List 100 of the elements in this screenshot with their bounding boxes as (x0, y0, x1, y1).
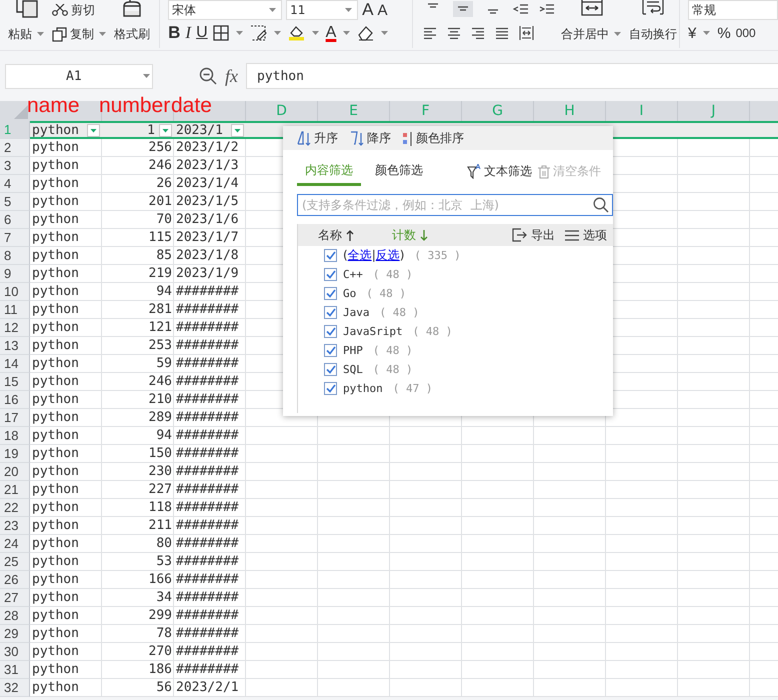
row-header[interactable]: 31 (0, 661, 30, 679)
row-header[interactable]: 23 (0, 517, 30, 535)
font-size-field[interactable]: 11 (286, 0, 358, 20)
sort-button[interactable]: 升序 (297, 130, 338, 146)
invert-selection-link[interactable]: 反选 (376, 248, 400, 262)
font-color-button[interactable]: A (326, 24, 336, 42)
checkbox[interactable] (324, 306, 337, 319)
row-header[interactable]: 22 (0, 499, 30, 517)
merge-center-button[interactable]: 合并居中 (561, 24, 624, 44)
formula-input[interactable]: python (246, 63, 778, 89)
row-header[interactable]: 4 (0, 175, 30, 193)
font-name-field[interactable]: 宋体 (168, 0, 282, 20)
table-cell: 2023/1/2 (176, 139, 239, 157)
fill-color-icon[interactable] (288, 25, 305, 41)
row-header[interactable]: 29 (0, 625, 30, 643)
name-box[interactable]: A1 (5, 64, 153, 88)
checkbox[interactable] (324, 249, 337, 262)
row-header[interactable]: 14 (0, 355, 30, 373)
text-filter-button[interactable]: 文本筛选 (467, 163, 532, 186)
checkbox[interactable] (324, 363, 337, 376)
function-button[interactable]: fx (225, 66, 238, 86)
paste-icon[interactable] (14, 0, 40, 18)
options-button[interactable]: 选项 (565, 226, 613, 244)
sort-button[interactable]: 颜色排序 (403, 130, 464, 146)
row-header[interactable]: 2 (0, 139, 30, 157)
filter-tab[interactable]: 颜色筛选 (367, 162, 431, 186)
table-cell: 94 (156, 427, 172, 445)
cell-style-icon[interactable] (250, 25, 267, 41)
row-header[interactable]: 19 (0, 445, 30, 463)
justify-icon[interactable] (495, 26, 510, 40)
row-header[interactable]: 21 (0, 481, 30, 499)
align-left-icon[interactable] (423, 26, 438, 40)
row-header[interactable]: 5 (0, 193, 30, 211)
checkbox[interactable] (324, 382, 337, 395)
align-middle-icon[interactable] (453, 1, 474, 17)
row-header[interactable]: 9 (0, 265, 30, 283)
checkbox[interactable] (324, 287, 337, 300)
row-header[interactable]: 3 (0, 157, 30, 175)
row-header[interactable]: 20 (0, 463, 30, 481)
name-sort-header[interactable]: 名称 (318, 226, 354, 244)
align-center-icon[interactable] (447, 26, 462, 40)
row-header[interactable]: 27 (0, 589, 30, 607)
eraser-icon[interactable] (357, 25, 374, 41)
shrink-font-button[interactable]: A (377, 2, 388, 18)
merge-center-icon[interactable] (581, 0, 604, 16)
row-header[interactable]: 26 (0, 571, 30, 589)
percent-button[interactable]: % (717, 24, 731, 42)
export-button[interactable]: 导出 (512, 226, 555, 244)
table-cell: python (32, 553, 79, 571)
table-cell: 219 (148, 265, 172, 283)
row-header[interactable]: 13 (0, 337, 30, 355)
row-header[interactable]: 17 (0, 409, 30, 427)
row-header[interactable]: 32 (0, 679, 30, 697)
row-header[interactable]: 15 (0, 373, 30, 391)
row-header[interactable]: 7 (0, 229, 30, 247)
row-header[interactable]: 30 (0, 643, 30, 661)
filter-dropdown-icon[interactable] (87, 124, 100, 136)
borders-icon[interactable] (212, 25, 229, 41)
grow-font-button[interactable]: A (362, 0, 374, 20)
cut-button[interactable]: 剪切 (52, 0, 95, 20)
bold-button[interactable]: B (168, 23, 180, 43)
row-header[interactable]: 12 (0, 319, 30, 337)
filter-dropdown-icon[interactable] (159, 124, 172, 136)
filter-dropdown-icon[interactable] (231, 124, 244, 136)
increase-indent-icon[interactable] (539, 4, 556, 16)
row-header[interactable]: 8 (0, 247, 30, 265)
format-painter-button[interactable]: 格式刷 (114, 24, 150, 44)
checkbox[interactable] (324, 268, 337, 281)
row-header[interactable]: 18 (0, 427, 30, 445)
italic-button[interactable]: I (185, 23, 192, 43)
row-header[interactable]: 28 (0, 607, 30, 625)
select-all-link[interactable]: 全选 (348, 248, 372, 262)
number-format-field[interactable]: 常规 (688, 0, 778, 20)
checkbox[interactable] (324, 344, 337, 357)
caret-icon (236, 31, 243, 35)
search-field[interactable]: (支持多条件过滤，例如：北京 上海) (297, 194, 613, 216)
wrap-text-button[interactable]: 自动换行 (629, 24, 678, 44)
wrap-text-icon[interactable] (642, 0, 664, 16)
checkbox[interactable] (324, 325, 337, 338)
currency-button[interactable]: ¥ (688, 24, 696, 42)
table-cell: python (32, 337, 79, 355)
row-header[interactable]: 6 (0, 211, 30, 229)
sort-button[interactable]: 降序 (350, 130, 391, 146)
paint-brush-icon[interactable] (121, 0, 143, 18)
row-header[interactable]: 11 (0, 301, 30, 319)
copy-button[interactable]: 复制 (52, 24, 108, 44)
table-cell: 2023/1/8 (176, 247, 239, 265)
row-header[interactable]: 16 (0, 391, 30, 409)
zoom-out-icon[interactable] (199, 67, 217, 85)
distributed-icon[interactable] (519, 26, 534, 40)
row-header[interactable]: 24 (0, 535, 30, 553)
decrease-indent-icon[interactable] (513, 4, 530, 16)
filter-tab[interactable]: 内容筛选 (297, 162, 361, 186)
row-header[interactable]: 25 (0, 553, 30, 571)
underline-button[interactable]: U (196, 24, 208, 42)
table-cell: 2023/2/1 (176, 679, 239, 697)
thousands-button[interactable]: 000 (736, 26, 756, 40)
align-right-icon[interactable] (471, 26, 486, 40)
paste-button[interactable]: 粘贴 (8, 24, 46, 44)
row-header[interactable]: 10 (0, 283, 30, 301)
